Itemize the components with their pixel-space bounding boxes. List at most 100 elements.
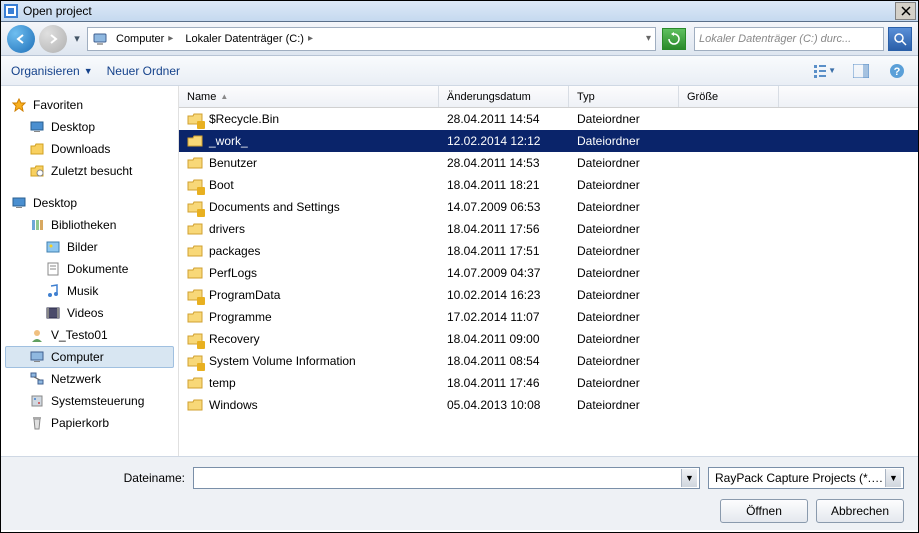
file-row[interactable]: Programme17.02.2014 11:07Dateiordner [179,306,918,328]
file-type: Dateiordner [577,134,640,148]
sidebar-item-computer[interactable]: Computer [5,346,174,368]
sidebar-item-network[interactable]: Netzwerk [5,368,174,390]
address-dropdown[interactable]: ▾ [646,33,651,44]
file-row[interactable]: _work_12.02.2014 12:12Dateiordner [179,130,918,152]
file-name: temp [209,376,236,390]
file-date: 18.04.2011 09:00 [447,332,540,346]
titlebar: Open project [1,1,918,22]
file-row[interactable]: Benutzer28.04.2011 14:53Dateiordner [179,152,918,174]
sidebar-favorites-head[interactable]: Favoriten [5,94,174,116]
file-row[interactable]: System Volume Information18.04.2011 08:5… [179,350,918,372]
filename-dropdown[interactable]: ▼ [681,469,697,487]
sidebar-item-user[interactable]: V_Testo01 [5,324,174,346]
search-button[interactable] [888,27,912,51]
column-date-label: Änderungsdatum [447,91,531,103]
sidebar-item-music[interactable]: Musik [5,280,174,302]
column-header-size[interactable]: Größe [679,86,779,107]
chevron-down-icon: ▼ [84,66,93,76]
sidebar-desktop-label: Desktop [33,196,77,210]
sidebar-favorites-label: Favoriten [33,98,83,112]
file-row[interactable]: PerfLogs14.07.2009 04:37Dateiordner [179,262,918,284]
folder-icon [187,111,203,127]
file-row[interactable]: Boot18.04.2011 18:21Dateiordner [179,174,918,196]
help-button[interactable]: ? [886,60,908,82]
folder-icon [187,265,203,281]
chevron-right-icon: ▸ [168,33,173,44]
toolbar: Organisieren ▼ Neuer Ordner ▼ ? [1,56,918,86]
column-type-label: Typ [577,91,595,103]
search-input[interactable]: Lokaler Datenträger (C:) durc... [694,27,884,51]
sidebar-item-documents[interactable]: Dokumente [5,258,174,280]
computer-icon [29,349,45,365]
close-icon [901,6,911,16]
arrow-left-icon [14,32,28,46]
file-listview: Name ▲ Änderungsdatum Typ Größe $Recycle… [179,86,918,456]
address-bar[interactable]: Computer ▸ Lokaler Datenträger (C:) ▸ ▾ [87,27,656,51]
file-row[interactable]: Documents and Settings14.07.2009 06:53Da… [179,196,918,218]
sidebar-item-downloads[interactable]: Downloads [5,138,174,160]
sidebar-item-videos[interactable]: Videos [5,302,174,324]
folder-icon [29,141,45,157]
file-row[interactable]: ProgramData10.02.2014 16:23Dateiordner [179,284,918,306]
file-name: Recovery [209,332,260,346]
sidebar-item-desktop-fav[interactable]: Desktop [5,116,174,138]
back-button[interactable] [7,25,35,53]
forward-button[interactable] [39,25,67,53]
file-date: 18.04.2011 17:51 [447,244,540,258]
view-options-button[interactable]: ▼ [814,60,836,82]
sidebar-desktop-head[interactable]: Desktop [5,192,174,214]
file-type: Dateiordner [577,200,640,214]
sidebar-item-label: Bilder [67,240,98,254]
file-name: drivers [209,222,245,236]
documents-icon [45,261,61,277]
refresh-button[interactable] [662,28,686,50]
folder-icon [187,133,203,149]
file-row[interactable]: drivers18.04.2011 17:56Dateiordner [179,218,918,240]
new-folder-button[interactable]: Neuer Ordner [107,64,180,78]
sidebar-item-label: Systemsteuerung [51,394,144,408]
breadcrumb-path1[interactable]: Lokaler Datenträger (C:) ▸ [181,33,317,45]
file-type: Dateiordner [577,178,640,192]
sidebar-item-libraries[interactable]: Bibliotheken [5,214,174,236]
view-icon [814,64,826,78]
file-row[interactable]: packages18.04.2011 17:51Dateiordner [179,240,918,262]
sidebar-item-label: V_Testo01 [51,328,108,342]
preview-pane-button[interactable] [850,60,872,82]
file-name: Benutzer [209,156,257,170]
breadcrumb-root[interactable]: Computer ▸ [112,33,177,45]
libraries-icon [29,217,45,233]
column-header-date[interactable]: Änderungsdatum [439,86,569,107]
folder-icon [187,353,203,369]
filename-input[interactable]: ▼ [193,467,700,489]
sidebar-item-label: Papierkorb [51,416,109,430]
sidebar-item-recent[interactable]: Zuletzt besucht [5,160,174,182]
file-date: 14.07.2009 06:53 [447,200,540,214]
sidebar-item-recyclebin[interactable]: Papierkorb [5,412,174,434]
cancel-button[interactable]: Abbrechen [816,499,904,523]
sidebar-item-pictures[interactable]: Bilder [5,236,174,258]
file-row[interactable]: Windows05.04.2013 10:08Dateiordner [179,394,918,416]
file-type: Dateiordner [577,376,640,390]
file-row[interactable]: $Recycle.Bin28.04.2011 14:54Dateiordner [179,108,918,130]
filetype-dropdown[interactable]: ▼ [885,469,901,487]
column-header-name[interactable]: Name ▲ [179,86,439,107]
sidebar-item-controlpanel[interactable]: Systemsteuerung [5,390,174,412]
column-header-type[interactable]: Typ [569,86,679,107]
folder-icon [187,177,203,193]
file-row[interactable]: Recovery18.04.2011 09:00Dateiordner [179,328,918,350]
filetype-filter-label: RayPack Capture Projects (*.rcp [715,471,885,485]
sidebar-item-label: Videos [67,306,103,320]
close-button[interactable] [895,2,916,20]
file-type: Dateiordner [577,222,640,236]
sidebar-item-label: Zuletzt besucht [51,164,132,178]
file-type: Dateiordner [577,354,640,368]
app-icon [3,3,19,19]
nav-history-dropdown[interactable]: ▾ [71,27,83,51]
filetype-filter[interactable]: RayPack Capture Projects (*.rcp ▼ [708,467,904,489]
open-button[interactable]: Öffnen [720,499,808,523]
navbar: ▾ Computer ▸ Lokaler Datenträger (C:) ▸ … [1,22,918,56]
file-row[interactable]: temp18.04.2011 17:46Dateiordner [179,372,918,394]
arrow-right-icon [46,32,60,46]
organize-button[interactable]: Organisieren ▼ [11,64,93,78]
music-icon [45,283,61,299]
